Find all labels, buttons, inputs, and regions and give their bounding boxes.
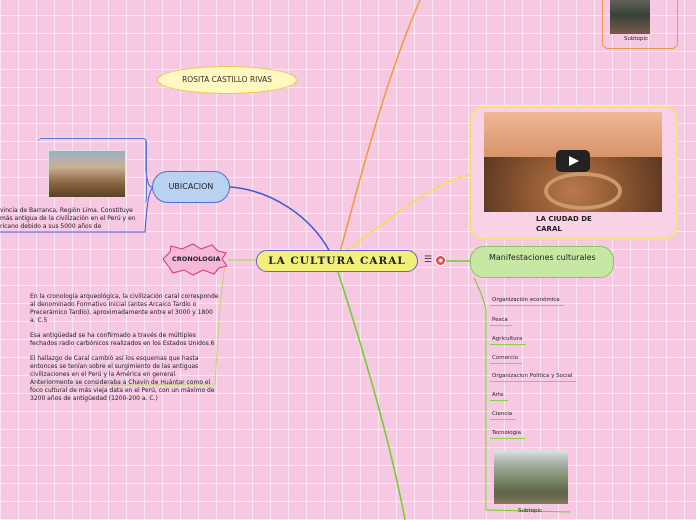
cronologia-label: CRONOLOGIA xyxy=(172,255,221,263)
play-icon[interactable] xyxy=(556,150,590,172)
connector-bottom xyxy=(337,271,406,520)
manifest-item[interactable]: Comercio xyxy=(490,355,523,364)
video-title: LA CIUDAD DE CARAL xyxy=(536,215,592,233)
cronologia-text[interactable]: En la cronología arqueológica, la civili… xyxy=(30,293,220,410)
ubicacion-text-line: vincia de Barranca, Región Lima. Constit… xyxy=(0,207,133,214)
manifest-item[interactable]: Tecnologia xyxy=(490,430,525,439)
connector-top xyxy=(339,0,421,253)
manifestaciones-node[interactable]: Manifestaciones culturales xyxy=(470,246,614,278)
top-subtopic-image xyxy=(610,0,650,34)
bottom-subtopic-label: Subtopic xyxy=(518,508,543,514)
map-icon[interactable]: ◉ xyxy=(435,255,446,266)
manifest-item[interactable]: Ciencia xyxy=(490,411,517,420)
cronologia-paragraph: El hallazgo de Caral cambió así los esqu… xyxy=(30,355,215,402)
ubicacion-text-line: más antigua de la civilización en el Per… xyxy=(0,215,136,222)
cronologia-node[interactable]: CRONOLOGIA xyxy=(158,246,228,272)
ubicacion-text-line: ricano debido a sus 5000 años de xyxy=(0,223,102,230)
manifest-item[interactable]: Arte xyxy=(490,392,508,401)
bottom-subtopic-image xyxy=(494,450,568,504)
ubicacion-text[interactable]: vincia de Barranca, Región Lima. Constit… xyxy=(0,207,150,231)
manifest-item[interactable]: Organización económica xyxy=(490,297,564,306)
central-topic[interactable]: LA CULTURA CARAL xyxy=(256,250,418,272)
cronologia-paragraph: En la cronología arqueológica, la civili… xyxy=(30,293,219,324)
connector-video xyxy=(344,174,471,253)
ubicacion-image[interactable] xyxy=(48,150,126,198)
cronologia-paragraph: Esa antigüedad se ha confirmado a través… xyxy=(30,332,215,347)
author-node[interactable]: ROSITA CASTILLO RIVAS xyxy=(157,66,297,94)
connector-ubicacion xyxy=(229,186,331,253)
top-subtopic-label: Subtopic xyxy=(624,36,649,42)
notes-icon[interactable]: ☰ xyxy=(424,256,433,265)
manifest-item[interactable]: Agricultura xyxy=(490,336,527,345)
manifest-item[interactable]: Organizacion Politica y Social xyxy=(490,373,577,382)
manifest-item[interactable]: Pesca xyxy=(490,317,512,326)
ubicacion-node[interactable]: UBICACION xyxy=(152,171,230,203)
